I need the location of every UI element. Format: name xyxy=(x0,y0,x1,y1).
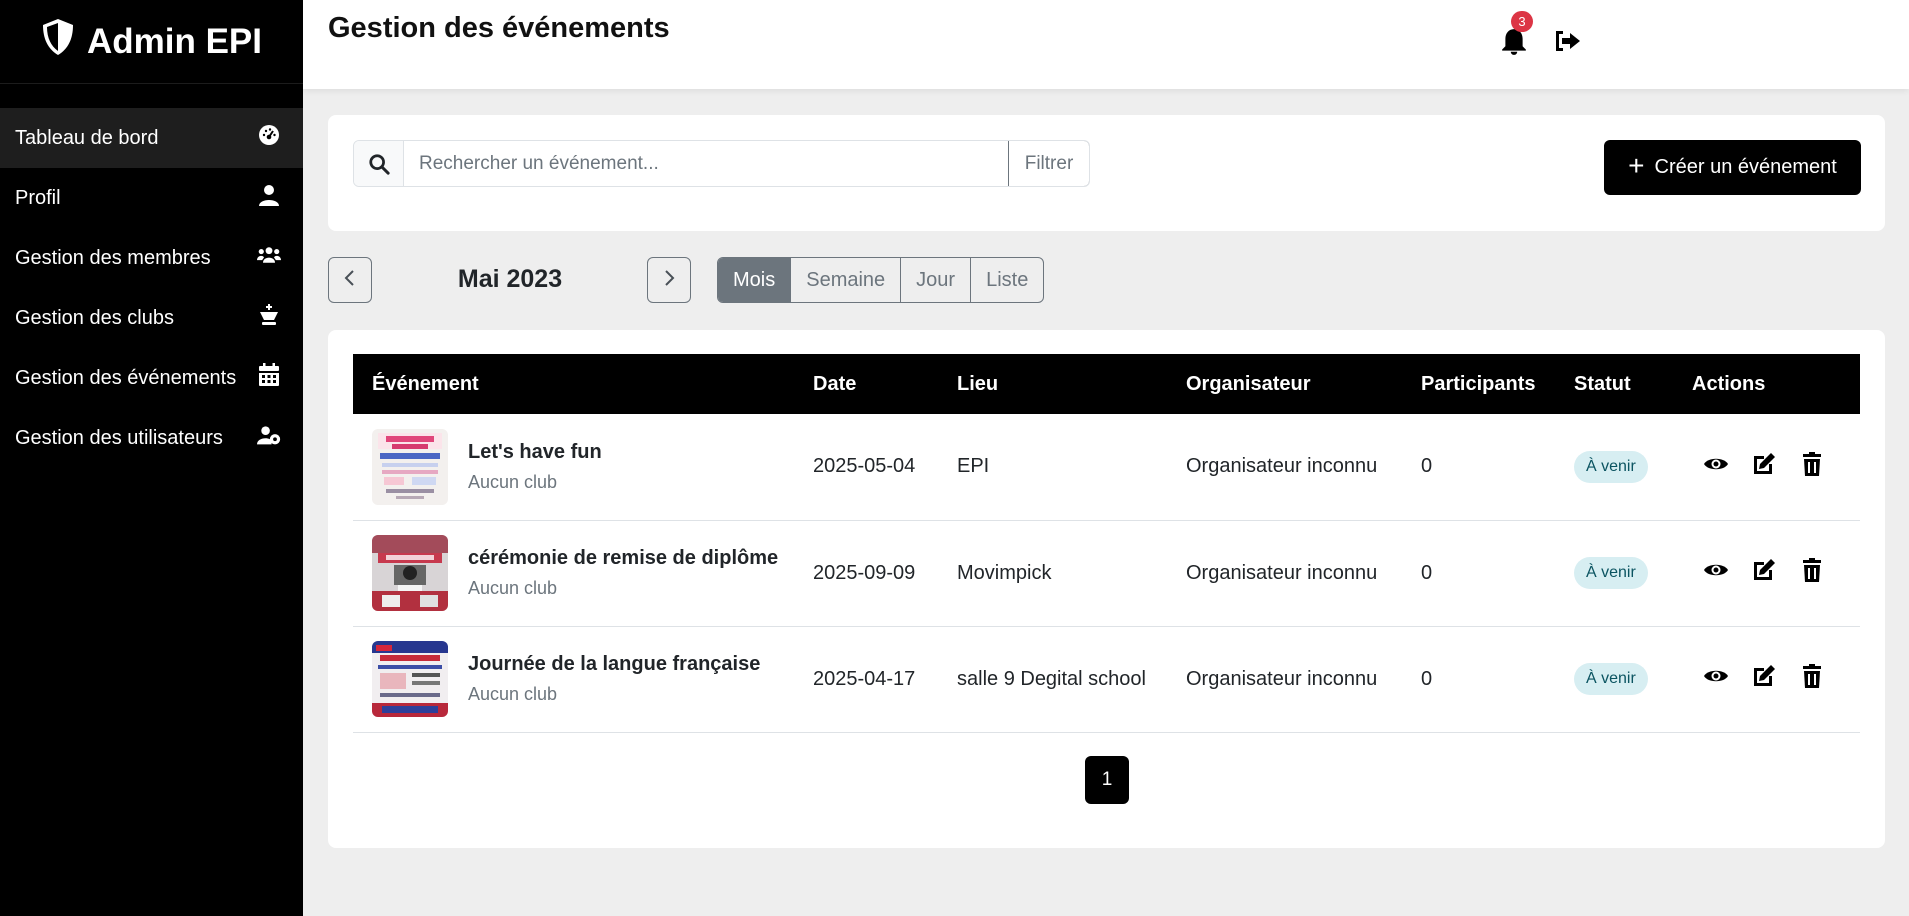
shield-icon xyxy=(41,18,75,65)
status-badge: À venir xyxy=(1574,450,1648,483)
chevron-right-icon xyxy=(660,269,678,292)
view-switcher: Mois Semaine Jour Liste xyxy=(717,257,1045,303)
calendar-icon xyxy=(257,363,281,393)
create-event-label: Créer un événement xyxy=(1654,156,1837,178)
filter-button[interactable]: Filtrer xyxy=(1008,141,1089,186)
notification-badge: 3 xyxy=(1511,11,1533,32)
event-club: Aucun club xyxy=(468,684,558,704)
sidebar-item-label: Profil xyxy=(15,186,61,209)
next-month-button[interactable] xyxy=(647,257,691,303)
event-title: cérémonie de remise de diplôme xyxy=(468,547,779,569)
table-row: Let's have fun Aucun club 2025-05-04 EPI… xyxy=(353,414,1860,521)
sidebar-item-dashboard[interactable]: Tableau de bord xyxy=(0,108,303,168)
event-thumbnail[interactable] xyxy=(372,428,448,505)
event-date: 2025-04-17 xyxy=(794,626,938,733)
view-icon[interactable] xyxy=(1703,557,1729,589)
event-participants: 0 xyxy=(1402,626,1555,733)
search-group: Filtrer xyxy=(353,140,1090,187)
event-club: Aucun club xyxy=(468,471,558,492)
month-label: Mai 2023 xyxy=(457,265,563,293)
header: Gestion des événements xyxy=(303,0,1909,89)
sidebar-item-label: Gestion des événements xyxy=(15,366,237,389)
user-cog-icon xyxy=(257,423,281,453)
delete-icon[interactable] xyxy=(1799,663,1825,695)
edit-icon[interactable] xyxy=(1751,451,1777,483)
delete-icon[interactable] xyxy=(1799,557,1825,589)
event-participants: 0 xyxy=(1402,414,1555,521)
status-badge: À venir xyxy=(1574,557,1648,589)
search-icon xyxy=(354,141,404,186)
event-place: EPI xyxy=(938,414,1167,521)
edit-icon[interactable] xyxy=(1751,663,1777,695)
page-button-1[interactable]: 1 xyxy=(1085,756,1129,804)
search-card: Filtrer + Créer un événement xyxy=(328,115,1885,231)
plus-icon: + xyxy=(1628,150,1645,181)
logout-button[interactable] xyxy=(1553,28,1583,56)
sidebar-item-clubs[interactable]: Gestion des clubs xyxy=(0,288,303,348)
event-date: 2025-09-09 xyxy=(794,520,938,627)
column-header-status[interactable]: Statut xyxy=(1555,354,1673,414)
sidebar-item-users[interactable]: Gestion des utilisateurs xyxy=(0,408,303,468)
view-list-button[interactable]: Liste xyxy=(971,258,1043,302)
column-header-actions: Actions xyxy=(1692,372,1766,395)
event-place: Movimpick xyxy=(938,520,1167,627)
previous-month-button[interactable] xyxy=(328,257,372,303)
event-organizer: Organisateur inconnu xyxy=(1167,414,1402,521)
sidebar-item-profile[interactable]: Profil xyxy=(0,168,303,228)
event-organizer: Organisateur inconnu xyxy=(1167,626,1402,733)
gauge-icon xyxy=(257,123,281,153)
column-header-place[interactable]: Lieu xyxy=(938,354,1167,414)
table-row: Journée de la langue française Aucun clu… xyxy=(353,626,1860,733)
view-week-button[interactable]: Semaine xyxy=(791,258,902,302)
column-header-organizer[interactable]: Organisateur xyxy=(1167,354,1402,414)
table-header-row: Événement Date Lieu Organisateur Partici… xyxy=(353,354,1860,414)
event-participants: 0 xyxy=(1402,520,1555,627)
sidebar-item-label: Tableau de bord xyxy=(15,126,159,149)
view-icon[interactable] xyxy=(1703,451,1729,483)
column-header-date[interactable]: Date xyxy=(794,354,938,414)
column-header-participants[interactable]: Participants xyxy=(1402,354,1555,414)
sidebar-item-events[interactable]: Gestion des événements xyxy=(0,348,303,408)
status-badge: À venir xyxy=(1574,663,1648,695)
events-table: Événement Date Lieu Organisateur Partici… xyxy=(353,354,1860,733)
user-icon xyxy=(257,183,281,213)
event-place: salle 9 Degital school xyxy=(938,626,1167,733)
view-day-button[interactable]: Jour xyxy=(901,258,972,302)
event-organizer: Organisateur inconnu xyxy=(1167,520,1402,627)
sidebar-nav: Tableau de bord Profil Gestion des membr… xyxy=(0,108,303,468)
create-event-button[interactable]: + Créer un événement xyxy=(1604,140,1861,195)
chevron-left-icon xyxy=(341,269,359,292)
event-title: Let's have fun xyxy=(468,440,602,463)
view-icon[interactable] xyxy=(1703,663,1729,695)
table-row: cérémonie de remise de diplôme Aucun clu… xyxy=(353,520,1860,627)
search-input[interactable] xyxy=(404,141,1008,186)
sidebar-item-label: Gestion des utilisateurs xyxy=(15,426,223,449)
chess-king-icon xyxy=(257,303,281,333)
sign-out-icon xyxy=(1553,31,1581,58)
sidebar: Admin EPI Tableau de bord Profil Gestion… xyxy=(0,0,303,916)
event-date: 2025-05-04 xyxy=(794,414,938,521)
event-thumbnail[interactable] xyxy=(372,641,448,717)
event-club: Aucun club xyxy=(468,578,558,598)
event-thumbnail[interactable] xyxy=(372,535,448,611)
sidebar-item-label: Gestion des membres xyxy=(15,246,211,269)
view-month-button[interactable]: Mois xyxy=(718,258,792,302)
sidebar-item-label: Gestion des clubs xyxy=(15,306,174,329)
edit-icon[interactable] xyxy=(1751,557,1777,589)
page-title: Gestion des événements xyxy=(328,12,670,44)
delete-icon[interactable] xyxy=(1799,451,1825,483)
brand-title: Admin EPI xyxy=(86,21,263,61)
event-title: Journée de la langue française xyxy=(468,653,761,675)
users-icon xyxy=(257,243,281,273)
sidebar-item-members[interactable]: Gestion des membres xyxy=(0,228,303,288)
brand: Admin EPI xyxy=(0,0,303,84)
column-header-event[interactable]: Événement xyxy=(353,354,794,414)
